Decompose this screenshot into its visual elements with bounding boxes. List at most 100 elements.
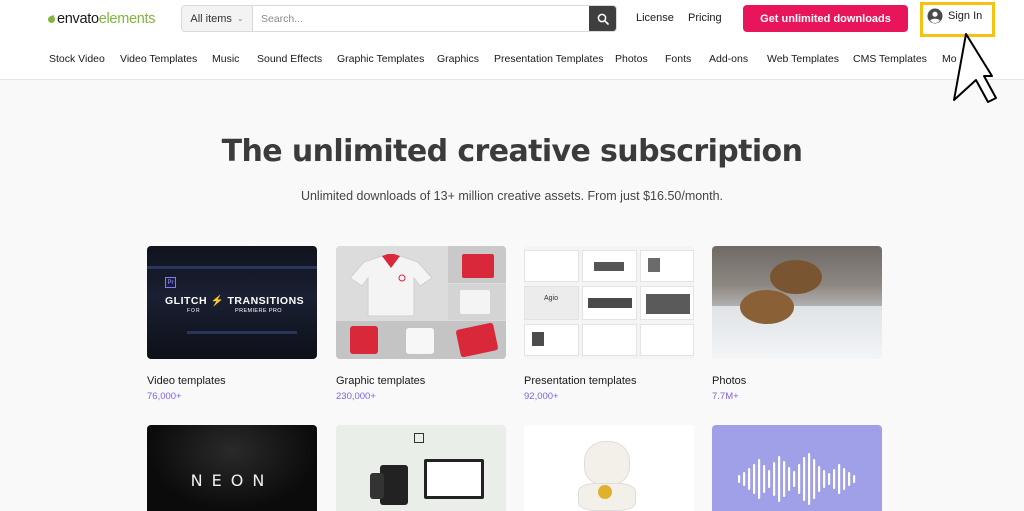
card-count: 230,000+: [336, 391, 376, 402]
slide-photo: [532, 332, 544, 346]
glitch-streak: [187, 331, 297, 334]
waveform-bar: [828, 473, 831, 485]
waveform-bar: [853, 475, 856, 483]
thumb-for: FOR: [187, 308, 201, 314]
search-category-select[interactable]: All items ⌄: [182, 6, 253, 31]
thumb-title-transitions: TRANSITIONS: [227, 295, 305, 307]
get-unlimited-downloads-button[interactable]: Get unlimited downloads: [743, 5, 908, 32]
waveform-bar: [818, 466, 821, 492]
web-templates-thumbnail: [336, 425, 506, 511]
nav-cms-templates[interactable]: CMS Templates: [853, 53, 927, 65]
card-music[interactable]: [712, 425, 882, 511]
white-shirt-folded: [460, 290, 490, 314]
card-neon[interactable]: NEON: [147, 425, 317, 511]
neon-thumbnail: NEON: [147, 425, 317, 511]
card-3d[interactable]: [524, 425, 694, 511]
logo-product: elements: [98, 11, 156, 27]
search-button[interactable]: [589, 6, 616, 31]
card-title: Photos: [712, 375, 747, 387]
waveform-bar: [843, 468, 846, 490]
waveform-bar: [768, 470, 771, 488]
nav-graphic-templates[interactable]: Graphic Templates: [337, 53, 424, 65]
slide-preview: [582, 324, 637, 356]
card-video-templates[interactable]: Pr GLITCH ⚡ TRANSITIONS FOR PREMIERE PRO…: [147, 246, 317, 402]
nav-sound-effects[interactable]: Sound Effects: [257, 53, 322, 65]
waveform-bar: [778, 456, 781, 502]
nav-graphics[interactable]: Graphics: [437, 53, 479, 65]
thumb-title-glitch: GLITCH: [165, 295, 208, 307]
search-icon: [597, 13, 609, 25]
license-link[interactable]: License: [636, 12, 674, 24]
graphic-templates-thumbnail: [336, 246, 506, 359]
music-thumbnail: [712, 425, 882, 511]
hero-title: The unlimited creative subscription: [221, 134, 803, 169]
waveform-bar: [788, 467, 791, 491]
video-templates-thumbnail: Pr GLITCH ⚡ TRANSITIONS FOR PREMIERE PRO: [147, 246, 317, 359]
white-polo-small: [406, 328, 434, 354]
nav-web-templates[interactable]: Web Templates: [767, 53, 839, 65]
monitor-mockup: [424, 459, 484, 499]
slide-photo: [594, 262, 624, 271]
nav-stock-video[interactable]: Stock Video: [49, 53, 105, 65]
slide-preview: [640, 324, 694, 356]
bear-image: [770, 260, 822, 294]
red-polo-small: [350, 326, 378, 354]
slide-preview: [524, 286, 579, 320]
audio-waveform-icon: [738, 453, 856, 505]
agio-slide-title: Agio: [544, 295, 559, 302]
waveform-bar: [783, 461, 786, 497]
glitch-streak: [147, 266, 317, 269]
search-category-label: All items: [190, 12, 232, 25]
slide-photo: [588, 298, 632, 308]
thumb-premiere-pro: PREMIERE PRO: [235, 308, 282, 314]
premiere-badge-icon: Pr: [165, 277, 176, 288]
card-title: Presentation templates: [524, 375, 637, 387]
presentation-templates-thumbnail: Agio: [524, 246, 694, 359]
waveform-bar: [738, 475, 741, 483]
waveform-bar: [848, 472, 851, 486]
card-count: 7.7M+: [712, 391, 739, 402]
waveform-bar: [773, 462, 776, 496]
card-title: Graphic templates: [336, 375, 426, 387]
nav-fonts[interactable]: Fonts: [665, 53, 691, 65]
sign-in-button[interactable]: Sign In: [927, 8, 982, 24]
lucky-cat-thumbnail: [524, 425, 694, 511]
waveform-bar: [838, 464, 841, 494]
waveform-bar: [763, 465, 766, 493]
envato-elements-logo[interactable]: envato elements: [47, 9, 156, 29]
cat-head: [584, 441, 630, 485]
photos-thumbnail: [712, 246, 882, 359]
waveform-bar: [803, 457, 806, 501]
waveform-bar: [753, 464, 756, 494]
chevron-down-icon: ⌄: [236, 14, 244, 23]
lightning-icon: ⚡: [210, 295, 225, 307]
waveform-bar: [813, 459, 816, 499]
waveform-bar: [833, 469, 836, 489]
waveform-bar: [743, 472, 746, 486]
slide-photo: [648, 258, 660, 272]
card-title: Video templates: [147, 375, 226, 387]
card-graphic-templates[interactable]: Graphic templates 230,000+: [336, 246, 506, 402]
nav-photos[interactable]: Photos: [615, 53, 648, 65]
top-header: envatoelements All items ⌄ License Prici…: [0, 0, 1024, 80]
card-presentation-templates[interactable]: Agio Presentation templates 92,000+: [524, 246, 694, 402]
red-shirt-folded: [462, 254, 494, 278]
nav-presentation-templates[interactable]: Presentation Templates: [494, 53, 604, 65]
search-input[interactable]: [253, 6, 589, 31]
slide-photo: [646, 294, 690, 314]
bear-image: [740, 290, 794, 324]
logo-brand: envato: [57, 11, 99, 27]
polo-shirt-image: [349, 254, 433, 317]
card-web-templates[interactable]: [336, 425, 506, 511]
pricing-link[interactable]: Pricing: [688, 12, 722, 24]
nav-add-ons[interactable]: Add-ons: [709, 53, 748, 65]
card-photos[interactable]: Photos 7.7M+: [712, 246, 882, 402]
nav-music[interactable]: Music: [212, 53, 239, 65]
nav-video-templates[interactable]: Video Templates: [120, 53, 197, 65]
tablet-mockup: [380, 465, 408, 505]
waveform-bar: [823, 470, 826, 488]
mouse-pointer-icon: [953, 33, 997, 103]
user-account-icon: [927, 8, 943, 24]
card-count: 92,000+: [524, 391, 559, 402]
neon-word: NEON: [190, 471, 274, 490]
